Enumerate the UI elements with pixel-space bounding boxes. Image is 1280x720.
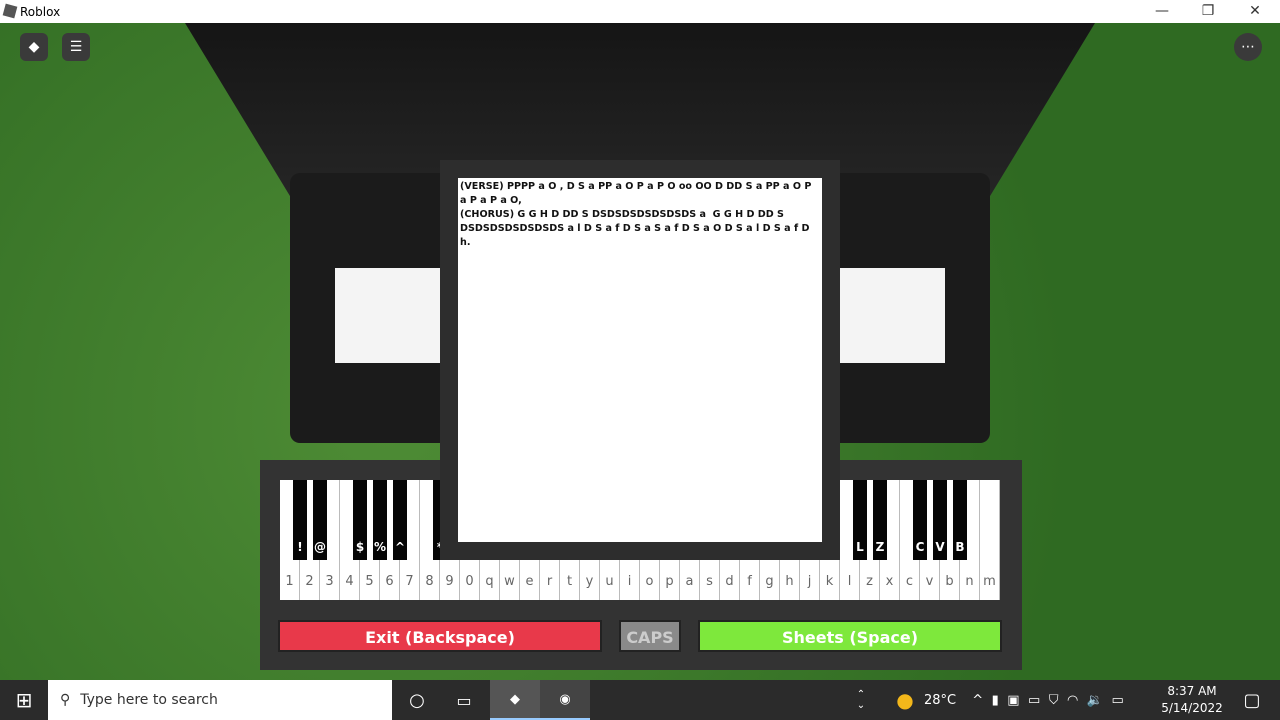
search-placeholder: Type here to search <box>80 692 218 708</box>
microphone-icon[interactable]: ▮ <box>992 693 999 708</box>
clock[interactable]: 8:37 AM 5/14/2022 <box>1160 680 1224 720</box>
roblox-menu-icon[interactable]: ◆ <box>20 33 48 61</box>
sheet-text[interactable]: (VERSE) PPPP a O , D S a PP a O P a P O … <box>458 178 822 542</box>
title-bar: Roblox — ❐ ✕ <box>0 0 1280 23</box>
weather-sun-icon: ● <box>896 688 914 712</box>
black-key[interactable]: $ <box>353 480 367 560</box>
black-key[interactable]: ^ <box>393 480 407 560</box>
clock-date: 5/14/2022 <box>1161 701 1223 715</box>
camera-icon[interactable]: ▣ <box>1007 693 1019 708</box>
cortana-icon[interactable]: ○ <box>394 680 440 720</box>
weather-temp[interactable]: 28°C <box>920 680 960 720</box>
chat-icon[interactable]: ☰ <box>62 33 90 61</box>
notifications-icon[interactable]: ▢ <box>1232 680 1272 720</box>
taskbar-scroll-icon[interactable]: ⌃ ⌄ <box>852 680 870 720</box>
black-key[interactable]: @ <box>313 480 327 560</box>
black-key[interactable]: Z <box>873 480 887 560</box>
sheets-button[interactable]: Sheets (Space) <box>698 620 1002 652</box>
roblox-logo-icon <box>2 3 18 19</box>
roblox-taskbar-icon[interactable]: ◆ <box>490 680 540 720</box>
sheet-line: (VERSE) PPPP a O , D S a PP a O P a P O … <box>460 181 815 206</box>
piano-keys-left <box>335 268 445 363</box>
black-key[interactable]: ! <box>293 480 307 560</box>
obs-taskbar-icon[interactable]: ◉ <box>540 680 590 720</box>
sheet-panel: (VERSE) PPPP a O , D S a PP a O P a P O … <box>440 160 840 560</box>
volume-icon[interactable]: 🔉 <box>1087 693 1103 708</box>
wifi-icon[interactable]: ◠ <box>1067 693 1078 708</box>
piano-keys-right <box>840 268 945 363</box>
black-key[interactable]: V <box>933 480 947 560</box>
chevron-up-icon[interactable]: ^ <box>972 693 983 708</box>
close-button[interactable]: ✕ <box>1232 0 1278 23</box>
black-key[interactable]: C <box>913 480 927 560</box>
exit-button[interactable]: Exit (Backspace) <box>278 620 602 652</box>
black-key[interactable]: B <box>953 480 967 560</box>
search-box[interactable]: ⚲ Type here to search <box>48 680 392 720</box>
black-key[interactable]: L <box>853 480 867 560</box>
window-title: Roblox <box>20 4 61 19</box>
caps-button[interactable]: CAPS <box>619 620 681 652</box>
restore-button[interactable]: ❐ <box>1185 0 1231 23</box>
battery-icon[interactable]: ▭ <box>1111 693 1123 708</box>
black-key[interactable]: % <box>373 480 387 560</box>
display-icon[interactable]: ▭ <box>1028 693 1040 708</box>
system-tray[interactable]: ^ ▮ ▣ ▭ ⛉ ◠ 🔉 ▭ <box>968 680 1128 720</box>
search-icon: ⚲ <box>60 692 71 708</box>
minimize-button[interactable]: — <box>1139 0 1185 23</box>
sheet-line: (CHORUS) G G H D DD S DSDSDSDSDSDSDS a G… <box>460 209 813 248</box>
more-options-icon[interactable]: ⋯ <box>1234 33 1262 61</box>
security-shield-icon[interactable]: ⛉ <box>1049 693 1059 708</box>
white-key[interactable]: m <box>980 480 1000 600</box>
start-windows-icon[interactable]: ⊞ <box>0 680 48 720</box>
task-view-icon[interactable]: ▭ <box>440 680 488 720</box>
clock-time: 8:37 AM <box>1167 684 1217 698</box>
taskbar: ⊞ ⚲ Type here to search ○ ▭ ◆ ◉ ⌃ ⌄ ● 28°… <box>0 680 1280 720</box>
